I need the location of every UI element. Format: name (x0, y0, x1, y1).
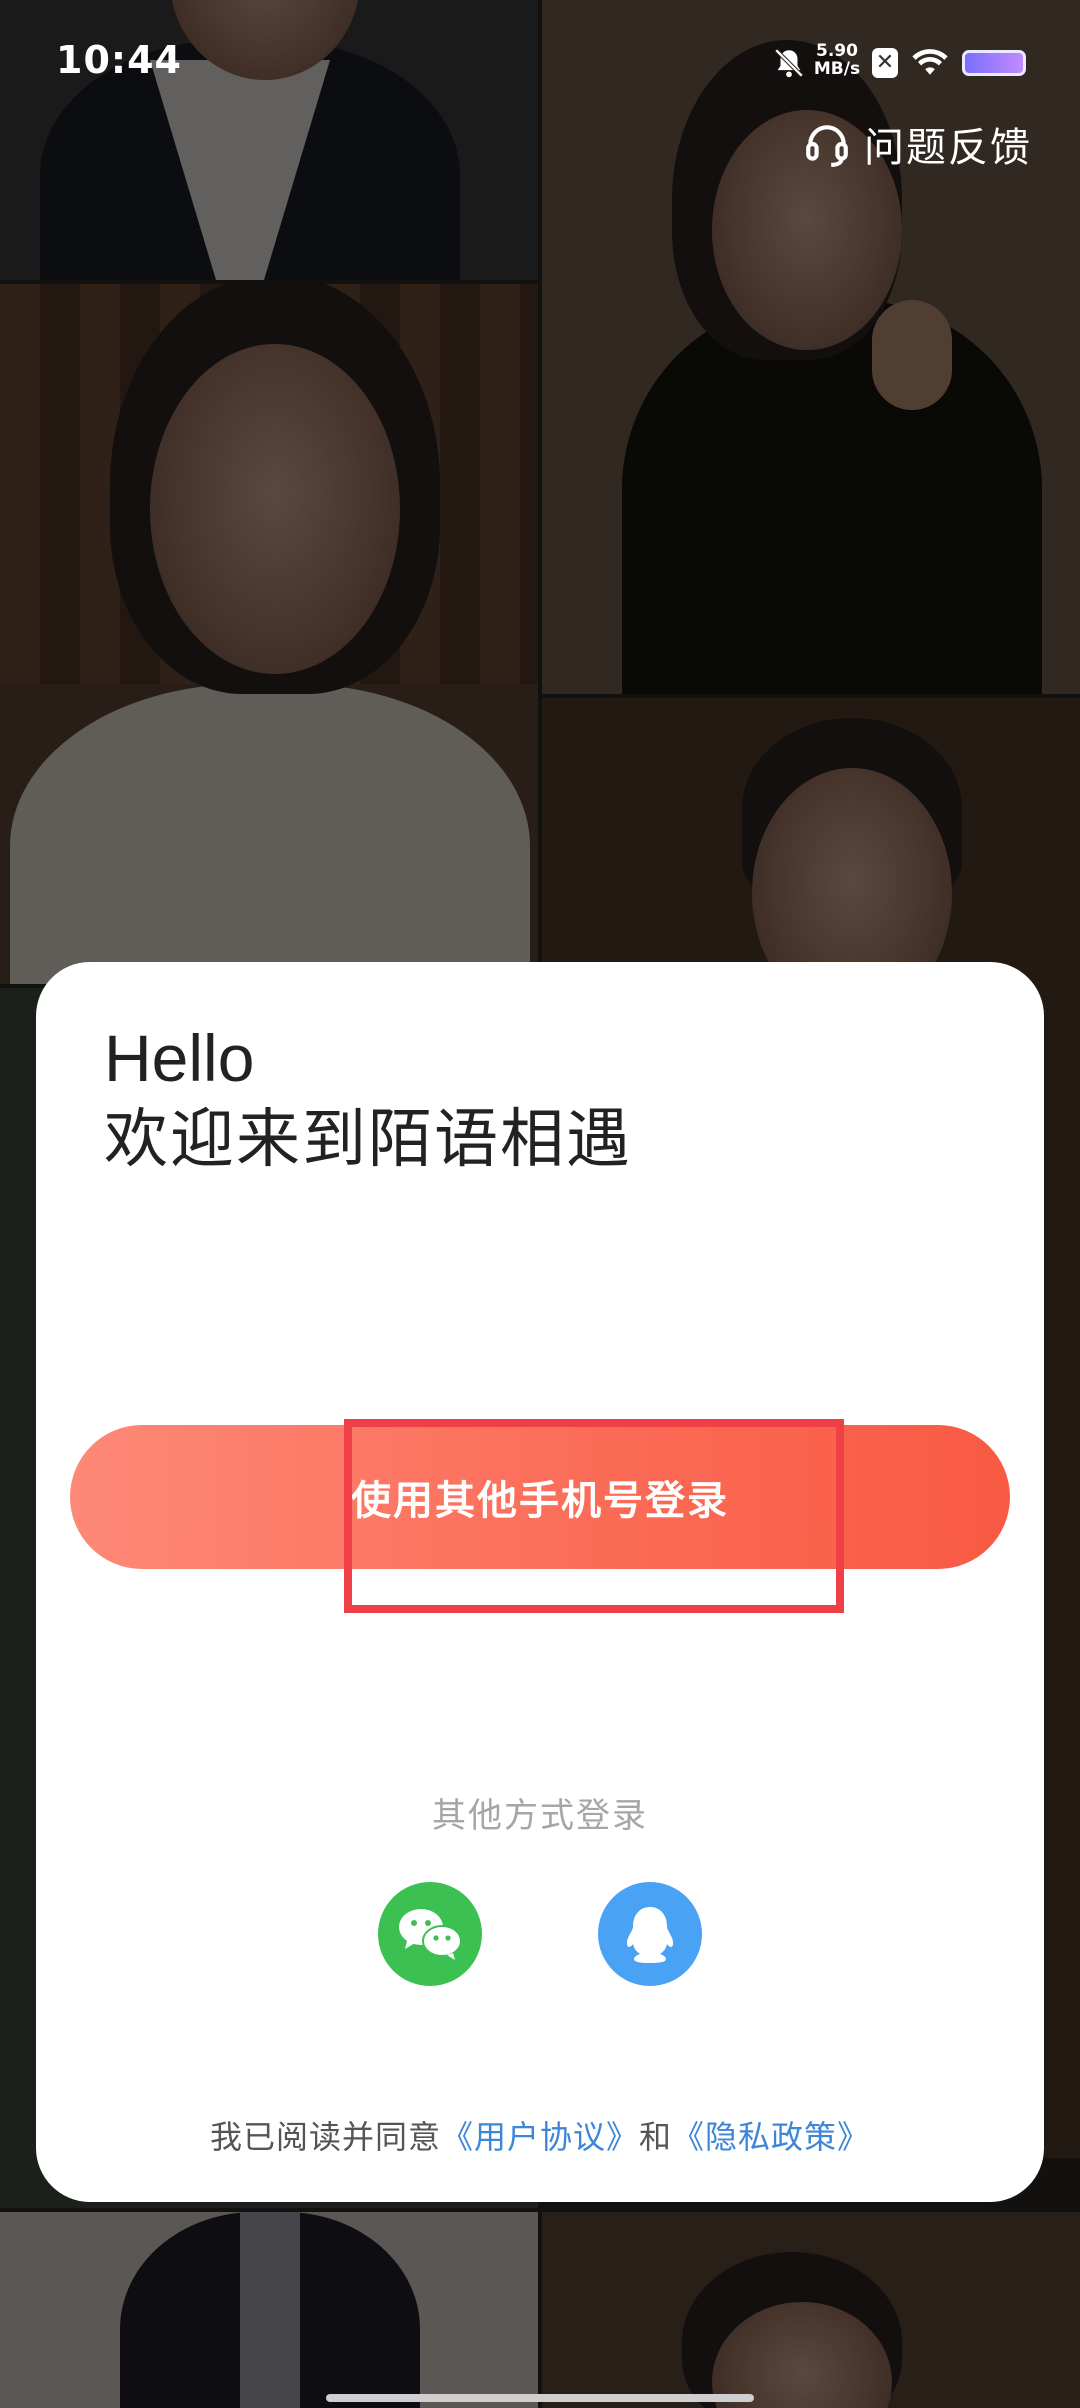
status-icons: 5.90 MB/s ✕ (772, 40, 1026, 90)
agreement-conjunction: 和 (639, 2118, 673, 2156)
network-speed-unit: MB/s (813, 59, 861, 79)
agreement-text: 我已阅读并同意《用户协议》和《隐私政策》 (36, 2112, 1044, 2158)
status-bar: 10:44 5.90 MB/s ✕ (0, 0, 1080, 130)
feedback-label: 问题反馈 (864, 125, 1032, 171)
battery-icon (962, 50, 1026, 76)
privacy-policy-link[interactable]: 《隐私政策》 (672, 2118, 870, 2156)
status-time: 10:44 (56, 38, 182, 82)
highlight-box (344, 1419, 844, 1613)
wifi-icon (912, 49, 948, 75)
login-card: Hello 欢迎来到陌语相遇 使用其他手机号登录 其他方式登录 我已阅读并同意《… (36, 962, 1044, 2202)
wechat-icon (399, 1909, 462, 1960)
other-login-methods-label: 其他方式登录 (432, 1796, 648, 1836)
hello-text: Hello (104, 1021, 255, 1095)
bell-muted-icon (774, 48, 804, 78)
wechat-login-button[interactable] (378, 1882, 482, 1986)
feedback-button[interactable]: 问题反馈 (802, 112, 1032, 176)
home-indicator[interactable] (326, 2394, 754, 2402)
qq-login-button[interactable] (598, 1882, 702, 1986)
qq-icon (626, 1907, 674, 1963)
network-speed-value: 5.90 (816, 41, 858, 61)
network-speed: 5.90 MB/s (812, 42, 862, 78)
agreement-prefix: 我已阅读并同意 (209, 2118, 441, 2156)
user-agreement-link[interactable]: 《用户协议》 (441, 2118, 639, 2156)
x-badge-icon: ✕ (872, 48, 898, 78)
welcome-title: 欢迎来到陌语相遇 (104, 1103, 632, 1177)
headset-icon (806, 125, 848, 167)
greeting: Hello 欢迎来到陌语相遇 (104, 1018, 632, 1182)
